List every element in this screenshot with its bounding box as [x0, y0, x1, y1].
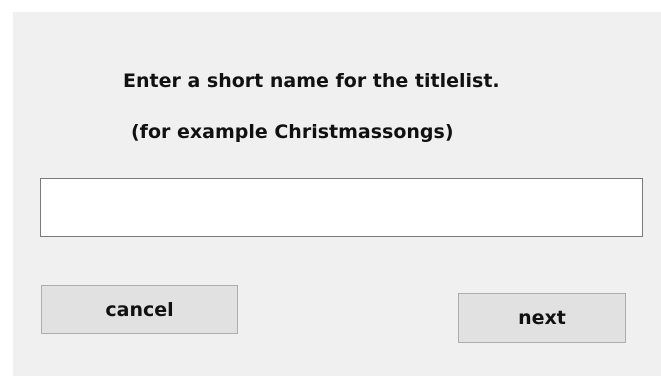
- next-button[interactable]: next: [458, 293, 626, 343]
- prompt-text: Enter a short name for the titlelist.: [123, 70, 500, 92]
- prompt-example-text: (for example Christmassongs): [131, 121, 454, 143]
- titlelist-name-dialog: Enter a short name for the titlelist. (f…: [13, 12, 661, 376]
- titlelist-name-input[interactable]: [40, 178, 643, 237]
- cancel-button[interactable]: cancel: [41, 285, 238, 334]
